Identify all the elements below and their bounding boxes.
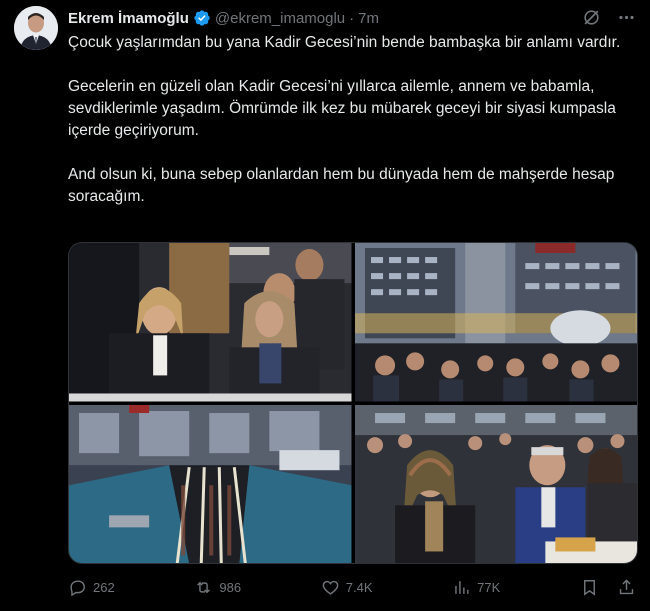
photo-2[interactable] xyxy=(354,243,637,402)
repost-button[interactable]: 986 xyxy=(194,578,241,597)
photo-1[interactable] xyxy=(69,243,352,402)
tweet-text: Çocuk yaşlarımdan bu yana Kadir Gecesi’n… xyxy=(68,32,628,230)
repost-count: 986 xyxy=(219,579,242,595)
reply-button[interactable]: 262 xyxy=(68,578,115,597)
timestamp[interactable]: 7m xyxy=(358,10,379,27)
like-count: 7.4K xyxy=(345,579,373,595)
tweet-paragraph: And olsun ki, buna sebep olanlardan hem … xyxy=(68,166,615,205)
action-bar: 262 986 7.4K 77K xyxy=(68,576,636,598)
grok-icon[interactable] xyxy=(582,8,601,27)
tweet-paragraph: Çocuk yaşlarımdan bu yana Kadir Gecesi’n… xyxy=(68,34,621,51)
like-button[interactable]: 7.4K xyxy=(321,578,373,597)
tweet-paragraph: Gecelerin en güzeli olan Kadir Gecesi’ni… xyxy=(68,78,616,139)
view-count: 77K xyxy=(477,579,501,595)
repost-icon xyxy=(197,581,211,593)
bookmark-icon[interactable] xyxy=(580,578,599,597)
verified-badge-icon xyxy=(194,10,210,26)
media-grid xyxy=(68,242,638,564)
views-button[interactable]: 77K xyxy=(452,578,500,597)
photo-4[interactable] xyxy=(354,404,637,563)
tweet-header: Ekrem İmamoğlu @ekrem_imamoglu · 7m xyxy=(68,8,379,28)
separator: · xyxy=(349,9,355,27)
reply-icon xyxy=(70,579,85,596)
like-icon xyxy=(322,580,339,595)
photo-3[interactable] xyxy=(69,404,352,563)
author-handle[interactable]: @ekrem_imamoglu xyxy=(215,10,345,27)
avatar[interactable] xyxy=(14,6,58,50)
more-icon[interactable] xyxy=(617,8,636,27)
views-icon xyxy=(455,580,469,594)
share-icon[interactable] xyxy=(617,578,636,597)
reply-count: 262 xyxy=(93,579,115,595)
author-name[interactable]: Ekrem İmamoğlu xyxy=(68,10,189,27)
tweet: Ekrem İmamoğlu @ekrem_imamoglu · 7m Çocu… xyxy=(0,0,650,611)
right-actions xyxy=(580,578,636,597)
top-actions xyxy=(582,8,636,27)
